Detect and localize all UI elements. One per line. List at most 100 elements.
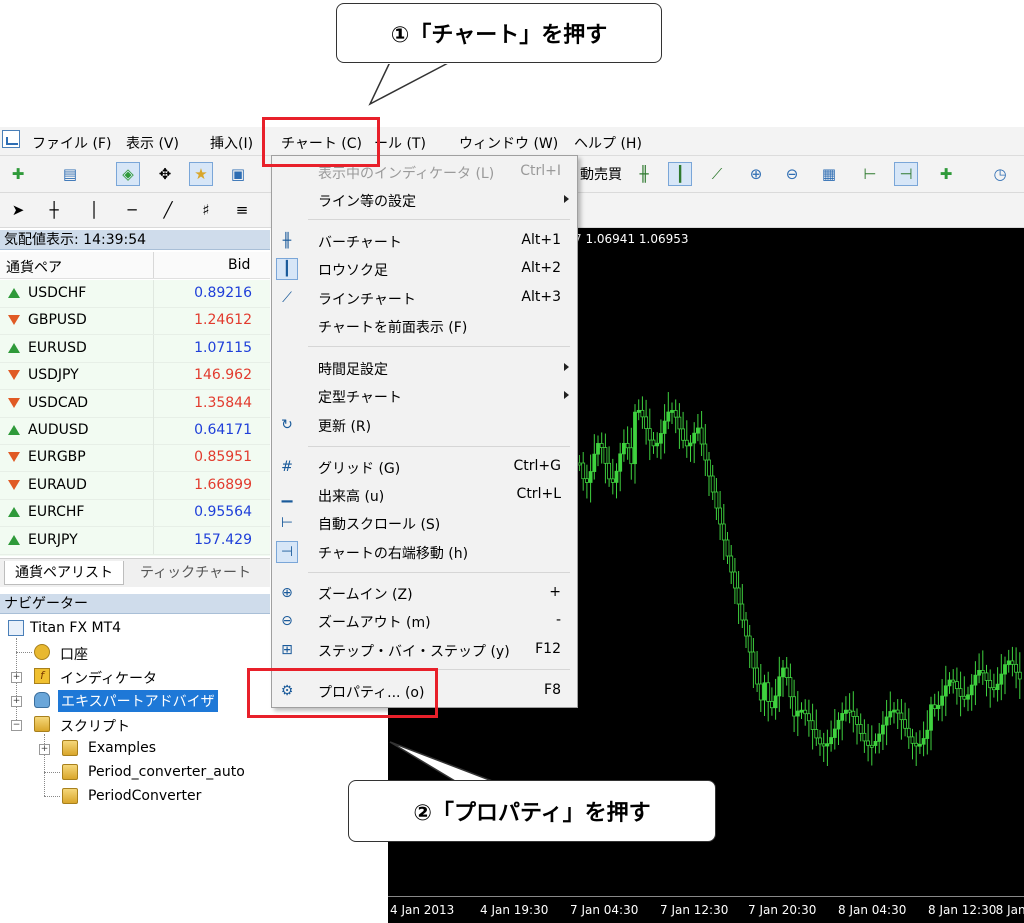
- menu-item[interactable]: ⊣ チャートの右端移動 (h): [272, 539, 577, 565]
- table-row[interactable]: USDCAD 1.35844: [0, 389, 270, 418]
- nav-script-examples[interactable]: Examples: [88, 740, 156, 756]
- nav-root[interactable]: Titan FX MT4: [30, 620, 121, 636]
- profiles-icon[interactable]: ▤: [58, 162, 82, 186]
- menu-item-label: 更新 (R): [318, 419, 372, 435]
- candle-body: [814, 729, 819, 739]
- nav-expert-advisors[interactable]: エキスパートアドバイザ: [58, 690, 218, 712]
- candle-body: [614, 470, 619, 483]
- candle-body: [584, 478, 589, 483]
- volume-icon: ▁: [281, 487, 293, 503]
- market-watch-list: USDCHF 0.89216 GBPUSD 1.24612 EURUSD 1.07115 U…: [0, 280, 270, 556]
- menu-item[interactable]: チャートを前面表示 (F): [272, 313, 577, 339]
- menu-item[interactable]: # グリッド (G) Ctrl+G: [272, 454, 577, 480]
- menu-item[interactable]: ↻ 更新 (R): [272, 412, 577, 438]
- app-logo-icon: [2, 130, 20, 148]
- table-row[interactable]: EURUSD 1.07115: [0, 334, 270, 363]
- col-symbol[interactable]: 通貨ペア: [6, 257, 62, 277]
- table-row[interactable]: EURJPY 157.429: [0, 526, 270, 555]
- bar-chart-icon[interactable]: ╫: [632, 162, 656, 186]
- zoom-out-icon[interactable]: ⊖: [780, 162, 804, 186]
- table-row[interactable]: USDJPY 146.962: [0, 362, 270, 391]
- menu-view[interactable]: 表示 (V): [126, 133, 179, 153]
- nav-indicators[interactable]: インディケータ: [60, 668, 157, 688]
- candle-body: [758, 683, 763, 701]
- candle-body: [725, 539, 730, 557]
- candle-body: [999, 673, 1004, 685]
- table-row[interactable]: EURAUD 1.66899: [0, 471, 270, 500]
- tile-windows-icon[interactable]: ▦: [817, 162, 841, 186]
- tab-tick-chart[interactable]: ティックチャート: [130, 561, 261, 585]
- periods-icon[interactable]: ◷: [988, 162, 1012, 186]
- menu-item[interactable]: 定型チャート: [272, 383, 577, 409]
- crosshair-icon[interactable]: ✥: [153, 162, 177, 186]
- horizontal-line-icon[interactable]: ─: [120, 198, 144, 222]
- candle-body: [655, 442, 660, 447]
- nav-script-period-converter[interactable]: PeriodConverter: [88, 788, 201, 804]
- table-row[interactable]: GBPUSD 1.24612: [0, 307, 270, 336]
- new-chart-icon[interactable]: ✚: [6, 162, 30, 186]
- candle-body: [869, 744, 874, 748]
- menu-tools[interactable]: ール (T): [374, 133, 426, 153]
- nav-script-period-converter-auto[interactable]: Period_converter_auto: [88, 764, 245, 780]
- candle-body: [914, 742, 919, 747]
- candle-body: [836, 719, 841, 730]
- candle-body: [681, 428, 686, 441]
- zoom-in-icon[interactable]: ⊕: [744, 162, 768, 186]
- navigator-toggle-icon[interactable]: ★: [189, 162, 213, 186]
- menu-item[interactable]: ⊕ ズームイン (Z) +: [272, 580, 577, 606]
- menu-item-label: 出来高 (u): [318, 489, 385, 505]
- symbol-name: GBPUSD: [28, 312, 87, 329]
- menu-item-label: ラインチャート: [318, 292, 416, 308]
- candle-body: [647, 428, 652, 441]
- zoom-in-icon: ⊕: [281, 585, 293, 601]
- table-row[interactable]: EURGBP 0.85951: [0, 444, 270, 473]
- time-axis: 4 Jan 2013 4 Jan 19:30 7 Jan 04:30 7 Jan 12…: [388, 896, 1024, 923]
- channel-icon[interactable]: ♯: [194, 198, 218, 222]
- table-row[interactable]: USDCHF 0.89216: [0, 280, 270, 308]
- terminal-toggle-icon[interactable]: ▣: [226, 162, 250, 186]
- bid-value: 0.95564: [194, 504, 252, 521]
- menu-item[interactable]: ⟋ ラインチャート Alt+3: [272, 285, 577, 311]
- candle-body: [673, 410, 678, 418]
- chart-shift-icon[interactable]: ⊣: [894, 162, 918, 186]
- candle-body: [640, 409, 645, 418]
- table-row[interactable]: AUDUSD 0.64171: [0, 417, 270, 445]
- auto-scroll-icon[interactable]: ⊢: [858, 162, 882, 186]
- fibonacci-icon[interactable]: ≡: [230, 198, 254, 222]
- menu-help[interactable]: ヘルプ (H): [574, 133, 642, 153]
- menu-file[interactable]: ファイル (F): [32, 133, 111, 153]
- menu-item[interactable]: ┃ ロウソク足 Alt+2: [272, 256, 577, 282]
- line-chart-icon[interactable]: ⟋: [705, 162, 729, 186]
- menu-item-shortcut: Alt+3: [521, 289, 561, 305]
- nav-accounts[interactable]: 口座: [60, 644, 88, 664]
- examples-icon: [62, 740, 78, 756]
- menu-item[interactable]: ⊖ ズームアウト (m) -: [272, 608, 577, 634]
- tab-symbols[interactable]: 通貨ペアリスト: [4, 561, 124, 585]
- menu-item[interactable]: 時間足設定: [272, 355, 577, 381]
- menu-item-label: 自動スクロール (S): [318, 517, 441, 533]
- col-bid[interactable]: Bid: [228, 257, 250, 273]
- candle-body: [603, 447, 608, 464]
- candle-body: [873, 741, 878, 746]
- menu-item[interactable]: ⊢ 自動スクロール (S): [272, 510, 577, 536]
- menu-item[interactable]: ▁ 出来高 (u) Ctrl+L: [272, 482, 577, 508]
- crosshair-tool-icon[interactable]: ┼: [42, 198, 66, 222]
- table-row[interactable]: EURCHF 0.95564: [0, 499, 270, 528]
- trendline-icon[interactable]: ╱: [156, 198, 180, 222]
- indicators-icon[interactable]: ✚: [934, 162, 958, 186]
- menu-item[interactable]: ⊞ ステップ・バイ・ステップ (y) F12: [272, 637, 577, 663]
- menu-item[interactable]: ╫ バーチャート Alt+1: [272, 228, 577, 254]
- menu-insert[interactable]: 挿入(I): [210, 133, 253, 153]
- candle-body: [710, 475, 715, 493]
- candle-body: [751, 651, 756, 669]
- cursor-icon[interactable]: ➤: [6, 198, 30, 222]
- auto-trading-button[interactable]: 動売買: [580, 164, 622, 184]
- arrow-up-icon: [8, 342, 20, 353]
- candlestick-icon[interactable]: ┃: [668, 162, 692, 186]
- vertical-line-icon[interactable]: │: [82, 198, 106, 222]
- menu-window[interactable]: ウィンドウ (W): [459, 133, 558, 153]
- nav-scripts[interactable]: スクリプト: [60, 716, 130, 736]
- market-watch-toggle-icon[interactable]: ◈: [116, 162, 140, 186]
- menu-item[interactable]: ライン等の設定: [272, 187, 577, 213]
- time-tick-label: 4 Jan 2013: [390, 903, 455, 917]
